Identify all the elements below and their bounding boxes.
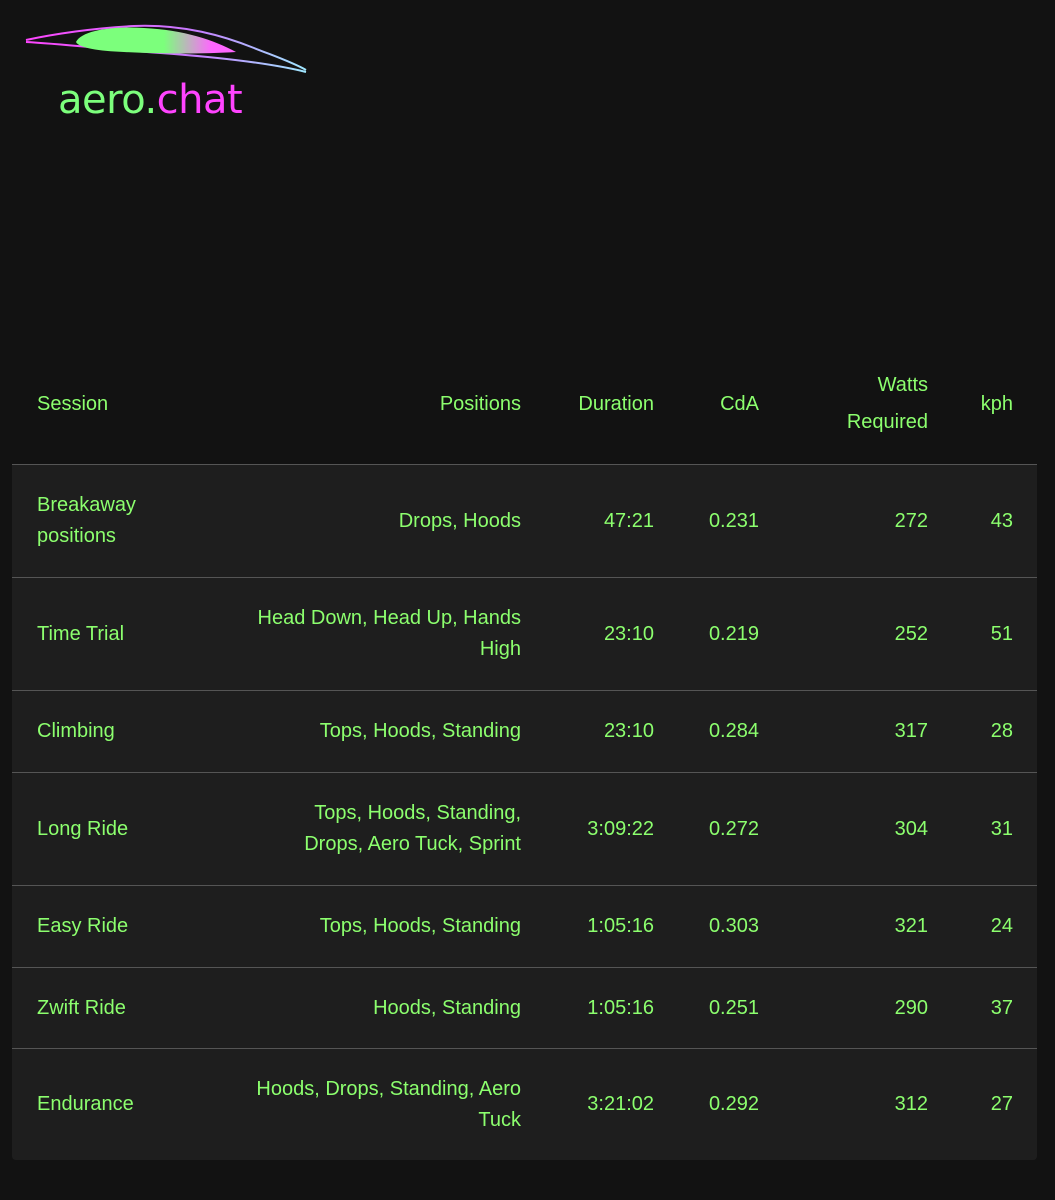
airfoil-logo-icon — [25, 24, 307, 73]
cell-kph: 24 — [990, 915, 1013, 937]
cell-watts: 312 — [894, 1093, 928, 1115]
cell-kph: 51 — [990, 622, 1013, 645]
cell-duration: 3:21:02 — [587, 1093, 654, 1115]
cell-watts: 252 — [894, 622, 928, 645]
cell-session: Climbing — [37, 720, 115, 742]
brand-wordmark: aero.chat — [58, 77, 243, 123]
cell-session: Zwift Ride — [37, 996, 126, 1019]
header-cda[interactable]: CdA — [672, 344, 759, 464]
cell-session: Time Trial — [37, 622, 125, 645]
cell-cda: 0.284 — [708, 720, 759, 742]
header-kph[interactable]: kph — [952, 344, 1013, 464]
cell-watts: 321 — [894, 915, 928, 937]
table-row[interactable]: Endurance Hoods, Drops, Standing, Aero T… — [12, 1049, 1037, 1160]
cell-kph: 43 — [990, 509, 1013, 532]
cell-duration: 1:05:16 — [587, 915, 654, 937]
cell-session: Breakaway positions — [37, 494, 136, 547]
cell-watts: 317 — [894, 720, 928, 742]
table-header: Session Positions Duration CdA Watts Req… — [12, 344, 1037, 465]
cell-session: Easy Ride — [37, 915, 129, 937]
table-row[interactable]: Time Trial Head Down, Head Up, Hands Hig… — [12, 578, 1037, 691]
table-row[interactable]: Easy Ride Tops, Hoods, Standing 1:05:16 … — [12, 886, 1037, 968]
header-session[interactable]: Session — [37, 344, 207, 464]
brand-name-part1: aero. — [58, 77, 157, 123]
cell-watts: 290 — [894, 996, 928, 1019]
header-duration[interactable]: Duration — [552, 344, 654, 464]
cell-cda: 0.231 — [708, 509, 759, 532]
cell-watts: 304 — [894, 817, 928, 840]
table-row[interactable]: Breakaway positions Drops, Hoods 47:21 0… — [12, 465, 1037, 578]
table-row[interactable]: Zwift Ride Hoods, Standing 1:05:16 0.251… — [12, 968, 1037, 1049]
cell-cda: 0.251 — [708, 996, 759, 1019]
cell-duration: 23:10 — [603, 720, 654, 742]
cell-cda: 0.303 — [708, 915, 759, 937]
sessions-table: Session Positions Duration CdA Watts Req… — [12, 344, 1037, 1160]
cell-duration: 47:21 — [603, 509, 654, 532]
brand-logo[interactable]: aero.chat — [24, 16, 314, 136]
cell-kph: 28 — [990, 720, 1013, 742]
cell-kph: 31 — [990, 817, 1013, 840]
brand-name-part2: chat — [156, 77, 243, 123]
cell-positions: Tops, Hoods, Standing — [319, 720, 521, 742]
cell-duration: 3:09:22 — [587, 817, 654, 840]
cell-positions: Tops, Hoods, Standing — [319, 915, 521, 937]
cell-positions: Hoods, Standing — [373, 996, 521, 1019]
header-positions[interactable]: Positions — [252, 344, 521, 464]
cell-duration: 23:10 — [603, 622, 654, 645]
cell-positions: Hoods, Drops, Standing, Aero Tuck — [256, 1077, 521, 1131]
cell-session: Long Ride — [37, 817, 129, 840]
cell-positions: Drops, Hoods — [398, 509, 521, 532]
cell-cda: 0.292 — [708, 1093, 759, 1115]
cell-watts: 272 — [894, 509, 928, 532]
cell-positions: Head Down, Head Up, Hands High — [257, 607, 521, 660]
cell-duration: 1:05:16 — [587, 996, 654, 1019]
table-row[interactable]: Long Ride Tops, Hoods, Standing, Drops, … — [12, 773, 1037, 886]
cell-session: Endurance — [37, 1093, 134, 1115]
cell-positions: Tops, Hoods, Standing, Drops, Aero Tuck,… — [304, 802, 521, 855]
header-watts-required[interactable]: Watts Required — [812, 344, 928, 464]
table-row[interactable]: Climbing Tops, Hoods, Standing 23:10 0.2… — [12, 691, 1037, 773]
cell-cda: 0.219 — [708, 622, 759, 645]
cell-cda: 0.272 — [708, 817, 759, 840]
cell-kph: 37 — [990, 996, 1013, 1019]
cell-kph: 27 — [990, 1093, 1013, 1115]
